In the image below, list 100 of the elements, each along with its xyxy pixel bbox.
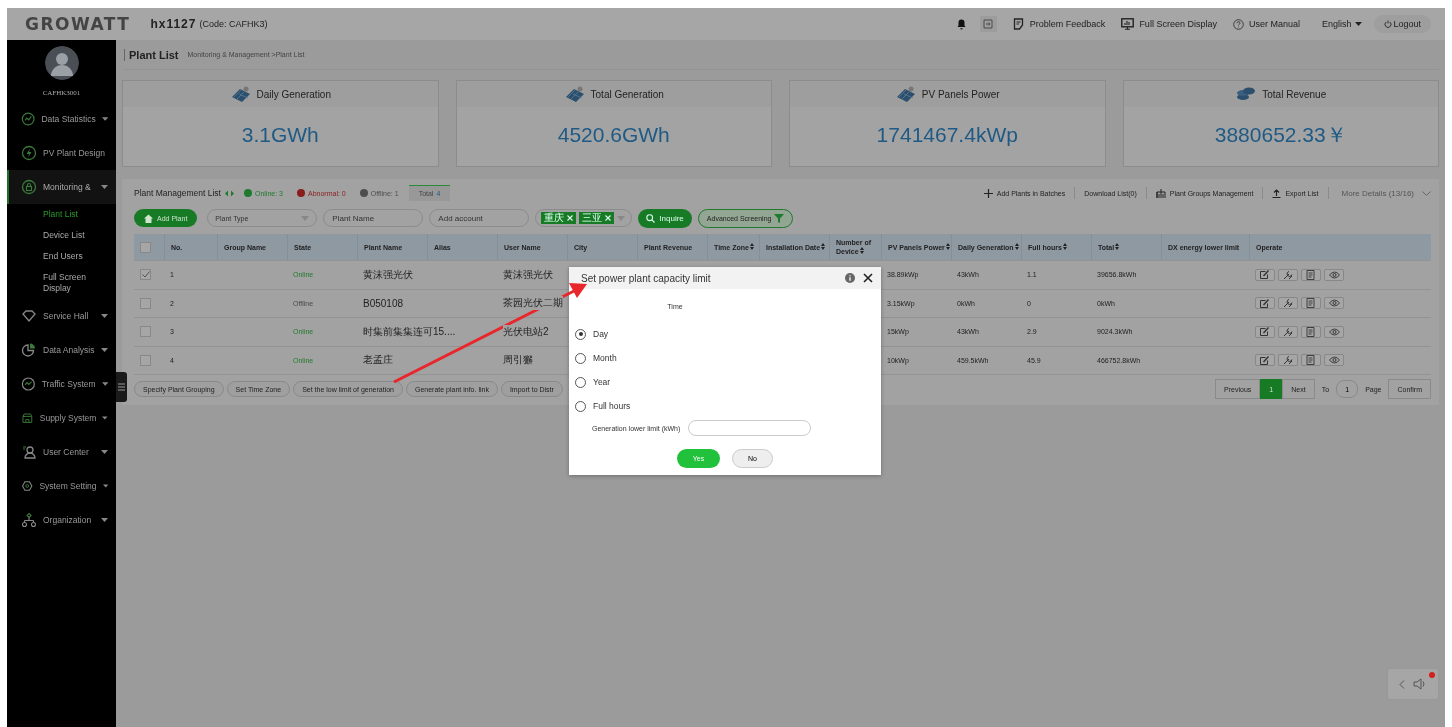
filter-icon [774, 213, 785, 223]
edit-button[interactable] [1255, 268, 1275, 281]
document-icon [1306, 355, 1316, 366]
sign-in-icon [983, 19, 994, 29]
diamond-icon [21, 308, 37, 324]
plus-icon [983, 188, 993, 198]
table-cell: B050108 [363, 297, 404, 309]
edit-icon [1260, 355, 1270, 365]
avatar-icon[interactable] [44, 46, 79, 80]
header-link[interactable]: User Manual [1232, 18, 1300, 30]
wrench-button[interactable] [1278, 325, 1298, 338]
edit-icon [1260, 270, 1270, 280]
inquire-button[interactable]: Inquire [638, 208, 692, 228]
eye-icon [1328, 327, 1340, 336]
caret-icon [617, 215, 626, 221]
edit-button[interactable] [1255, 354, 1275, 367]
language-dropdown[interactable]: English [1321, 19, 1363, 29]
sidebar-item[interactable]: Data Analysis [7, 333, 116, 367]
page-title: Plant List [124, 48, 179, 61]
sidebar-item[interactable]: User Center [7, 435, 116, 469]
row-checkbox[interactable] [140, 297, 151, 309]
account-code: (Code: CAFHK3) [199, 19, 268, 29]
stat-label: PV Panels Power [921, 88, 1000, 100]
plant-name-field[interactable]: Plant Name [323, 209, 424, 227]
sidebar-item[interactable]: Service Hall [7, 299, 116, 333]
document-button[interactable] [1301, 297, 1321, 310]
view-button[interactable] [1324, 297, 1344, 310]
edit-button[interactable] [1255, 325, 1275, 338]
select-all-checkbox[interactable] [140, 241, 151, 253]
sidebar-item[interactable]: Organization [7, 503, 116, 537]
document-icon [1306, 269, 1316, 280]
collapse-handle[interactable] [116, 372, 127, 402]
stat-value: 3880652.33￥ [1213, 121, 1348, 148]
row-checkbox[interactable] [140, 326, 151, 338]
radio-label[interactable]: Day [593, 329, 609, 339]
submenu-item[interactable]: Full Screen Display [7, 267, 116, 299]
note-icon [1012, 18, 1025, 30]
stat-label: Total Generation [590, 88, 664, 100]
limit-field[interactable] [688, 420, 812, 436]
stat-label: Daily Generation [256, 88, 331, 100]
sort-icon[interactable] [859, 247, 864, 254]
chevron-down-icon [1422, 190, 1431, 196]
house-icon [144, 213, 153, 223]
document-button[interactable] [1301, 354, 1321, 367]
document-icon [1306, 298, 1316, 309]
settings-icon [21, 478, 34, 494]
logout-button[interactable]: Logout [1374, 15, 1431, 33]
table-cell: 黄沫强光伏 [503, 267, 553, 282]
sidebar-item[interactable]: Monitoring & [7, 170, 116, 204]
submenu-item[interactable]: End Users [7, 246, 116, 267]
sort-icon[interactable] [1115, 243, 1120, 250]
row-checkbox[interactable] [140, 269, 151, 281]
radio-label[interactable]: Full hours [593, 401, 631, 411]
wrench-button[interactable] [1278, 354, 1298, 367]
status-dot-icon [359, 189, 368, 197]
edit-button[interactable] [1255, 297, 1275, 310]
dialog-title: Set power plant capacity limit [581, 272, 712, 284]
radio-label[interactable]: Year [593, 377, 611, 387]
header-link[interactable]: Problem Feedback [1012, 18, 1106, 30]
sort-icon[interactable] [1014, 243, 1019, 250]
sort-icon[interactable] [821, 242, 826, 250]
view-button[interactable] [1324, 354, 1344, 367]
sort-icon[interactable] [945, 243, 950, 250]
sort-icon[interactable] [1062, 243, 1067, 250]
stat-value: 4520.6GWh [556, 121, 671, 148]
monitor-icon [1121, 18, 1135, 30]
account-field[interactable]: Add account [429, 209, 530, 227]
table-cell: 周引獬 [503, 353, 533, 368]
eye-icon [1328, 299, 1340, 308]
document-button[interactable] [1301, 268, 1321, 281]
sidebar-item[interactable]: Data Statistics [7, 102, 116, 136]
wrench-button[interactable] [1278, 297, 1298, 310]
bell-icon[interactable] [956, 18, 966, 30]
sort-icon[interactable] [749, 243, 754, 250]
sidebar-item[interactable]: System Setting [7, 469, 116, 503]
sidebar-item[interactable]: PV Plant Design [7, 136, 116, 170]
sidebar-item[interactable]: Traffic System [7, 367, 116, 401]
logo: GROWATT [25, 14, 131, 34]
upload-icon [1272, 188, 1282, 198]
view-button[interactable] [1324, 325, 1344, 338]
eye-icon [1328, 270, 1340, 279]
view-button[interactable] [1324, 268, 1344, 281]
wrench-button[interactable] [1278, 268, 1298, 281]
sidebar-item[interactable]: Supply System [7, 401, 116, 435]
speaker-icon[interactable] [1413, 678, 1427, 690]
close-icon[interactable] [863, 273, 873, 283]
row-checkbox[interactable] [140, 354, 151, 366]
document-button[interactable] [1301, 325, 1321, 338]
radio-label[interactable]: Month [593, 353, 617, 363]
info-icon[interactable] [845, 273, 855, 283]
search-icon [646, 213, 656, 223]
header-link[interactable]: Full Screen Display [1121, 18, 1217, 30]
status-dot-icon [297, 189, 305, 197]
lock-icon [21, 179, 37, 195]
edit-icon [1260, 298, 1270, 308]
status-dot-icon [243, 189, 252, 197]
submenu-item[interactable]: Plant List [7, 204, 116, 225]
wrench-icon [1283, 355, 1293, 366]
submenu-item[interactable]: Device List [7, 225, 116, 246]
edit-icon [1260, 327, 1270, 337]
